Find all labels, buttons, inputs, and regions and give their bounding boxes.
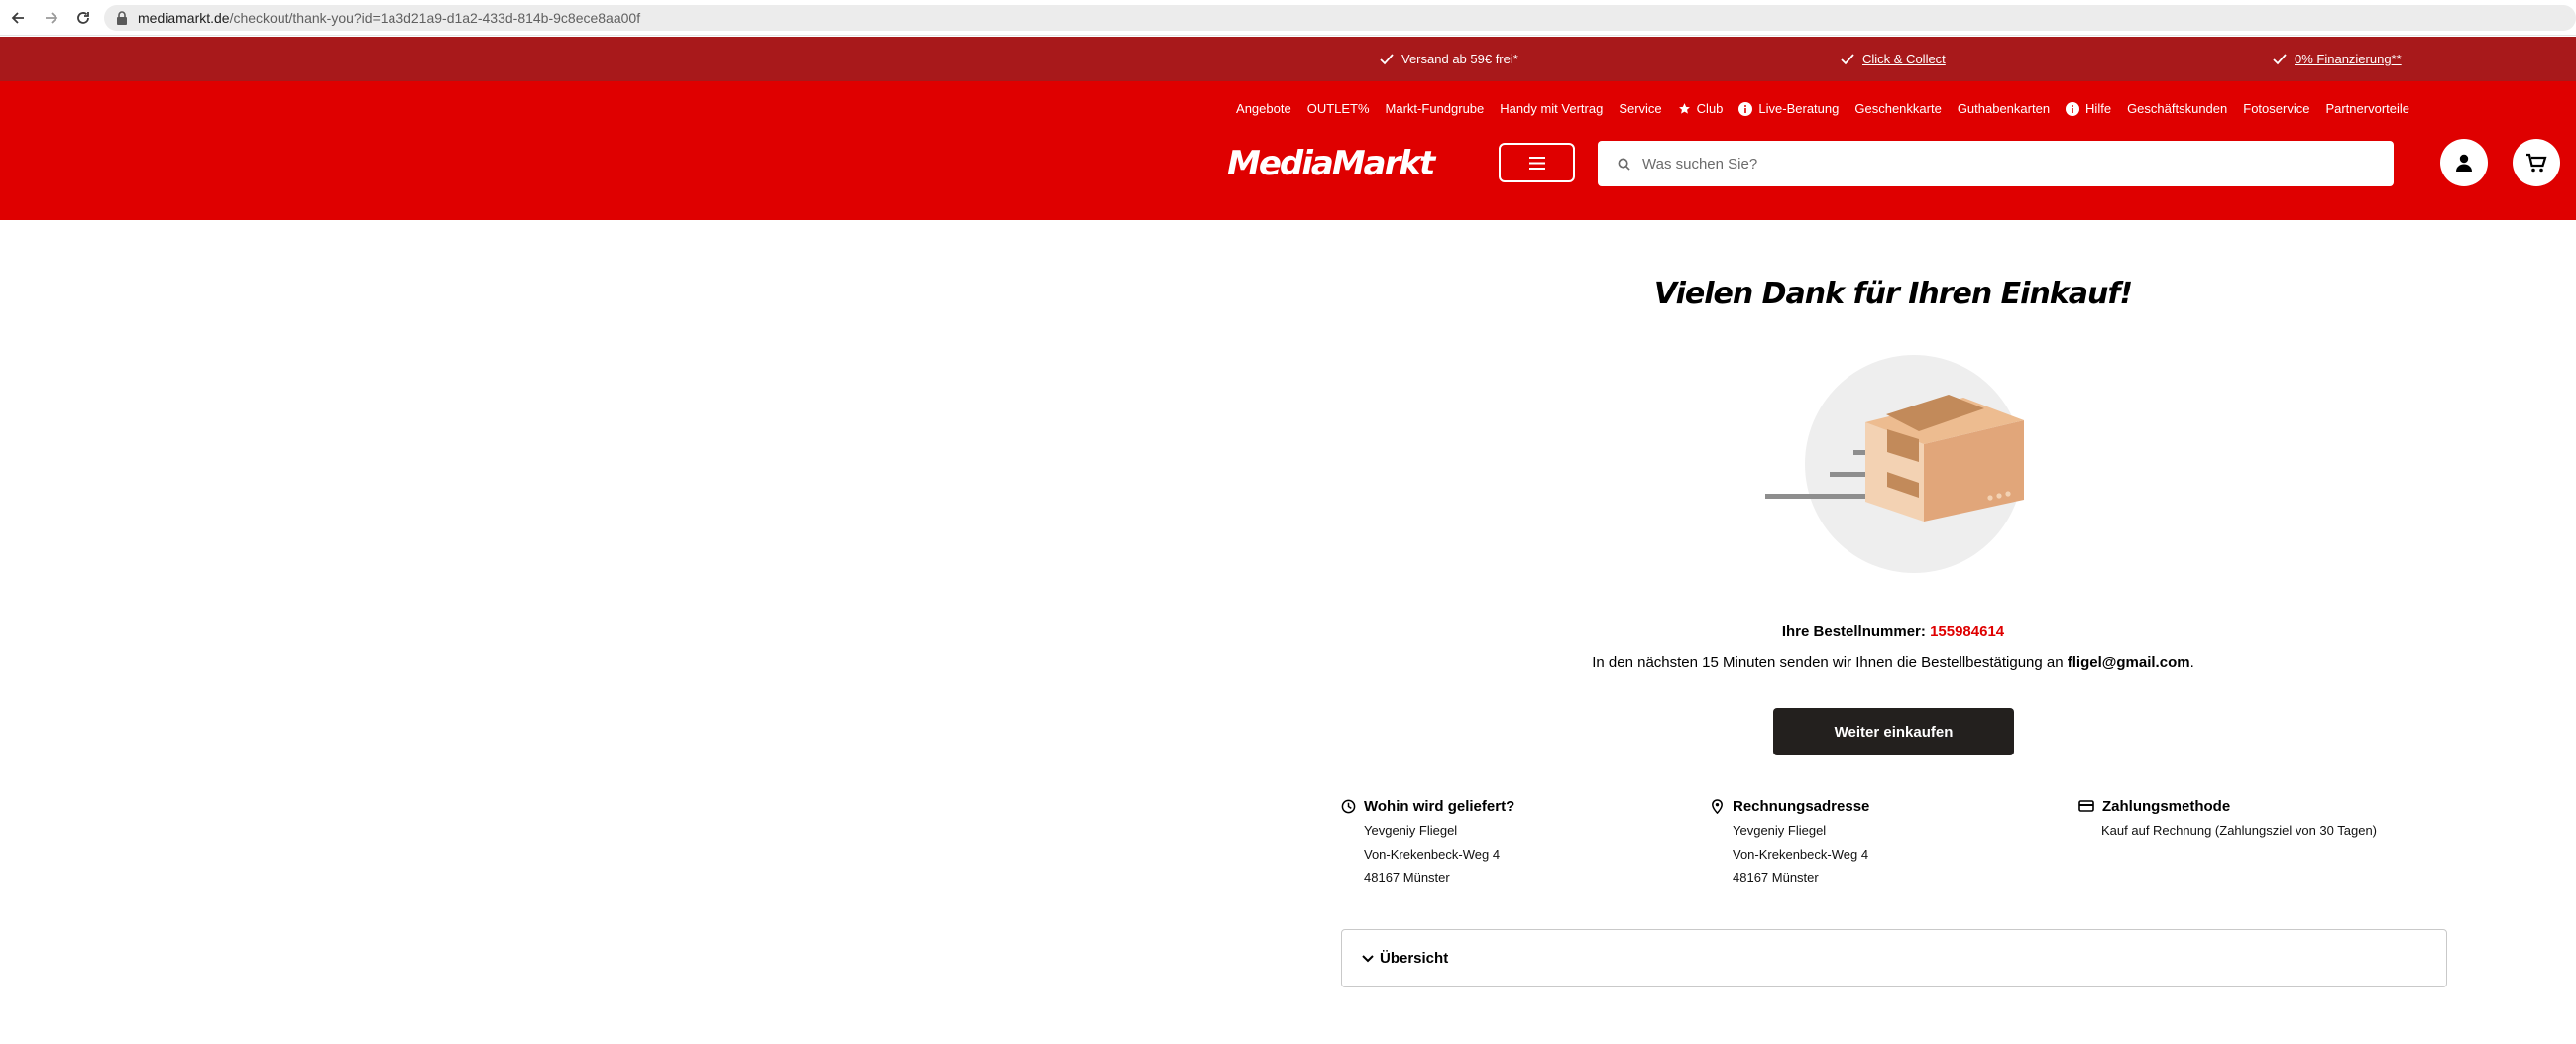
- browser-toolbar: mediamarkt.de/checkout/thank-you?id=1a3d…: [0, 0, 2576, 36]
- site-header: Angebote OUTLET% Markt-Fundgrube Handy m…: [0, 81, 2576, 220]
- url-host: mediamarkt.de: [138, 10, 230, 26]
- delivery-heading: Wohin wird geliefert?: [1341, 796, 1698, 816]
- nav-item-live-beratung[interactable]: Live-Beratung: [1738, 101, 1839, 116]
- overview-label: Übersicht: [1380, 950, 1449, 967]
- confirmation-message: In den nächsten 15 Minuten senden wir Ih…: [1592, 654, 2064, 671]
- nav-item-service[interactable]: Service: [1619, 101, 1661, 116]
- nav-item-angebote[interactable]: Angebote: [1236, 101, 1291, 116]
- order-number-label: Ihre Bestellnummer:: [1781, 623, 1926, 639]
- promo-shipping: Versand ab 59€ frei*: [1380, 37, 1518, 81]
- billing-name: Yevgeniy Fliegel: [1733, 823, 1827, 838]
- confirmation-text: In den nächsten 15 Minuten senden wir Ih…: [1342, 654, 2444, 671]
- nav-item-club-label: Club: [1696, 101, 1724, 116]
- clock-icon: [1341, 799, 1356, 813]
- forward-icon[interactable]: [40, 6, 63, 30]
- hamburger-icon: [1528, 156, 1545, 170]
- nav-item-fotoservice[interactable]: Fotoservice: [2243, 101, 2309, 116]
- chevron-down-icon: [1362, 954, 1374, 962]
- delivery-street: Von-Krekenbeck-Weg 4: [1364, 847, 1501, 862]
- order-number-line: Ihre Bestellnummer: 155984614: [1342, 623, 2444, 639]
- nav-item-geschaeftskunden[interactable]: Geschäftskunden: [2127, 101, 2227, 116]
- nav-item-hilfe[interactable]: Hilfe: [2066, 101, 2111, 116]
- overview-accordion[interactable]: Übersicht: [1341, 929, 2447, 987]
- promo-bar: Versand ab 59€ frei* Click & Collect 0% …: [0, 37, 2576, 81]
- delivery-info: Wohin wird geliefert? Yevgeniy Fliegel V…: [1341, 796, 1698, 887]
- promo-shipping-label: Versand ab 59€ frei*: [1401, 52, 1518, 66]
- address-bar[interactable]: mediamarkt.de/checkout/thank-you?id=1a3d…: [104, 5, 2576, 31]
- check-icon: [2273, 53, 2287, 64]
- billing-title: Rechnungsadresse: [1733, 797, 1870, 815]
- reload-icon[interactable]: [71, 6, 95, 30]
- info-icon: [2066, 101, 2080, 116]
- nav-item-markt-fundgrube[interactable]: Markt-Fundgrube: [1386, 101, 1485, 116]
- nav-item-live-beratung-label: Live-Beratung: [1758, 101, 1840, 116]
- nav-item-partnervorteile[interactable]: Partnervorteile: [2325, 101, 2409, 116]
- package-illustration: [1765, 355, 2024, 573]
- continue-shopping-button[interactable]: Weiter einkaufen: [1773, 708, 2014, 755]
- location-pin-icon: [1712, 798, 1723, 814]
- nav-item-geschenkkarte[interactable]: Geschenkkarte: [1854, 101, 1941, 116]
- payment-info: Zahlungsmethode Kauf auf Rechnung (Zahlu…: [2078, 796, 2475, 840]
- confirmation-period: .: [2189, 654, 2194, 671]
- nav-item-guthabenkarten[interactable]: Guthabenkarten: [1958, 101, 2050, 116]
- billing-heading: Rechnungsadresse: [1710, 796, 2067, 816]
- search-input[interactable]: [1642, 155, 2336, 173]
- account-button[interactable]: [2440, 139, 2488, 186]
- billing-info: Rechnungsadresse Yevgeniy Fliegel Von-Kr…: [1710, 796, 2067, 887]
- nav-item-outlet[interactable]: OUTLET%: [1307, 101, 1370, 116]
- nav-item-club[interactable]: Club: [1678, 101, 1724, 116]
- check-icon: [1380, 53, 1394, 64]
- billing-street: Von-Krekenbeck-Weg 4: [1733, 847, 1869, 862]
- delivery-title: Wohin wird geliefert?: [1364, 797, 1515, 815]
- nav-item-handy-vertrag[interactable]: Handy mit Vertrag: [1500, 101, 1603, 116]
- menu-button[interactable]: [1499, 143, 1575, 182]
- check-icon: [1841, 53, 1854, 64]
- info-icon: [1738, 101, 1753, 116]
- promo-financing-link[interactable]: 0% Finanzierung**: [2295, 52, 2402, 66]
- delivery-name: Yevgeniy Fliegel: [1364, 823, 1458, 838]
- nav-item-hilfe-label: Hilfe: [2085, 101, 2112, 116]
- credit-card-icon: [2078, 800, 2094, 812]
- mediamarkt-logo[interactable]: MediaMarkt: [1227, 143, 1477, 182]
- promo-financing[interactable]: 0% Finanzierung**: [2273, 37, 2402, 81]
- confirmation-email: fligel@gmail.com: [2067, 654, 2190, 671]
- user-icon: [2456, 154, 2472, 172]
- url-path: /checkout/thank-you?id=1a3d21a9-d1a2-433…: [229, 10, 641, 26]
- star-icon: [1678, 103, 1690, 114]
- lock-icon: [117, 11, 127, 25]
- payment-heading: Zahlungsmethode: [2078, 796, 2475, 816]
- promo-click-collect[interactable]: Click & Collect: [1841, 37, 1946, 81]
- cart-button[interactable]: [2513, 139, 2560, 186]
- search-box[interactable]: [1598, 141, 2394, 186]
- order-number: 155984614: [1930, 623, 2005, 639]
- top-navigation: Angebote OUTLET% Markt-Fundgrube Handy m…: [1236, 101, 2409, 116]
- page-title: Vielen Dank für Ihren Einkauf!: [1653, 277, 2133, 311]
- logo-text: MediaMarkt: [1227, 144, 1437, 182]
- back-icon[interactable]: [6, 6, 30, 30]
- billing-city: 48167 Münster: [1733, 870, 1819, 885]
- promo-click-collect-link[interactable]: Click & Collect: [1862, 52, 1946, 66]
- payment-method: Kauf auf Rechnung (Zahlungsziel von 30 T…: [2101, 823, 2378, 838]
- search-icon: [1618, 158, 1630, 171]
- payment-title: Zahlungsmethode: [2102, 797, 2231, 815]
- cart-icon: [2526, 153, 2547, 173]
- delivery-city: 48167 Münster: [1364, 870, 1450, 885]
